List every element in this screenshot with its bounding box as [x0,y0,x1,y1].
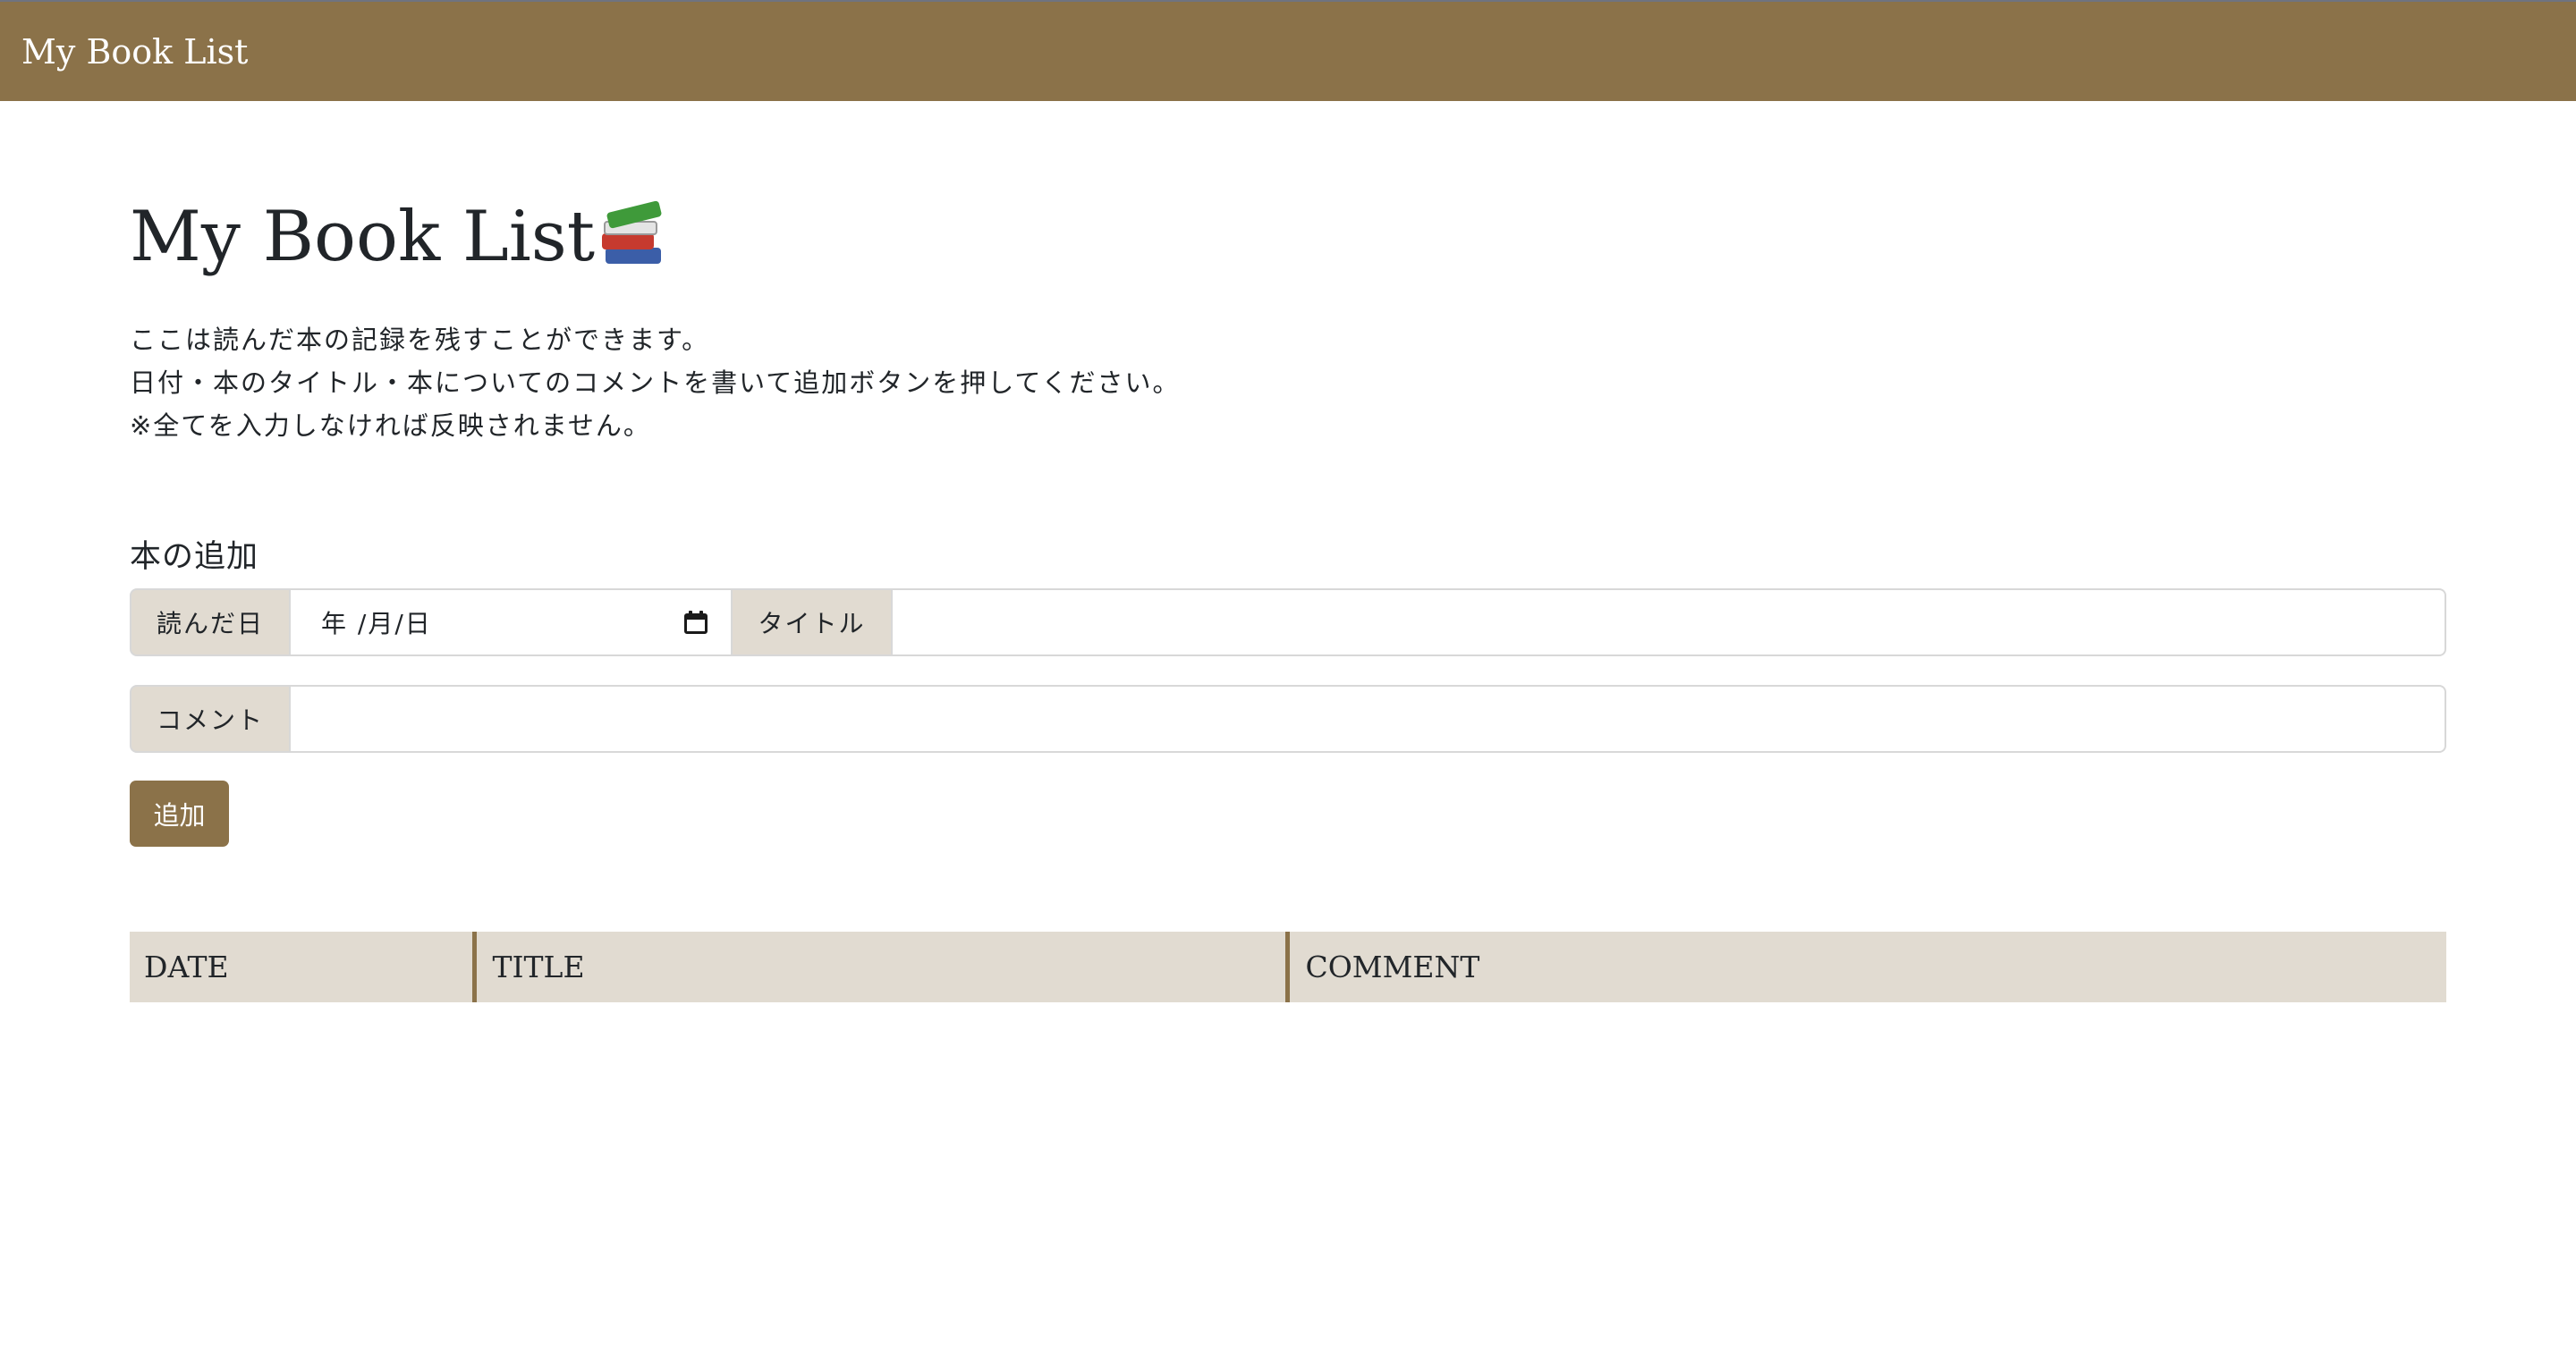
book-shape [602,233,655,249]
page-title-text: My Book List [130,197,596,277]
book-shape [606,248,662,264]
navbar: My Book List [0,2,2576,101]
intro-line: ここは読んだ本の記録を残すことができます。 [130,325,710,355]
book-table: DATE TITLE COMMENT [130,932,2446,1002]
title-label: タイトル [733,588,893,656]
date-label: 読んだ日 [130,588,291,656]
book-table-head: DATE TITLE COMMENT [130,932,2446,1002]
intro-line: 日付・本のタイトル・本についてのコメントを書いて追加ボタンを押してください。 [130,367,1181,398]
books-icon [598,200,663,269]
intro-text: ここは読んだ本の記録を残すことができます。 日付・本のタイトル・本についてのコメ… [130,318,1181,447]
add-button[interactable]: 追加 [130,781,229,847]
comment-input-group: コメント [130,685,2446,753]
date-placeholder: 年 /月/日 [321,609,432,638]
intro-line: ※全てを入力しなければ反映されません。 [130,410,651,441]
date-input[interactable]: 年 /月/日 [291,588,733,656]
date-title-input-group: 読んだ日 年 /月/日 タイトル [130,588,2446,656]
column-header-comment: COMMENT [1284,932,2446,1002]
title-input[interactable] [893,588,2446,656]
column-header-title: TITLE [471,932,1287,1002]
column-header-date: DATE [130,932,474,1002]
add-book-heading: 本の追加 [130,539,259,575]
navbar-brand[interactable]: My Book List [21,32,248,72]
comment-input[interactable] [291,685,2446,753]
comment-label: コメント [130,685,291,753]
calendar-icon[interactable] [684,611,708,634]
page-title: My Book List [130,192,663,282]
table-header-row: DATE TITLE COMMENT [130,932,2446,1002]
